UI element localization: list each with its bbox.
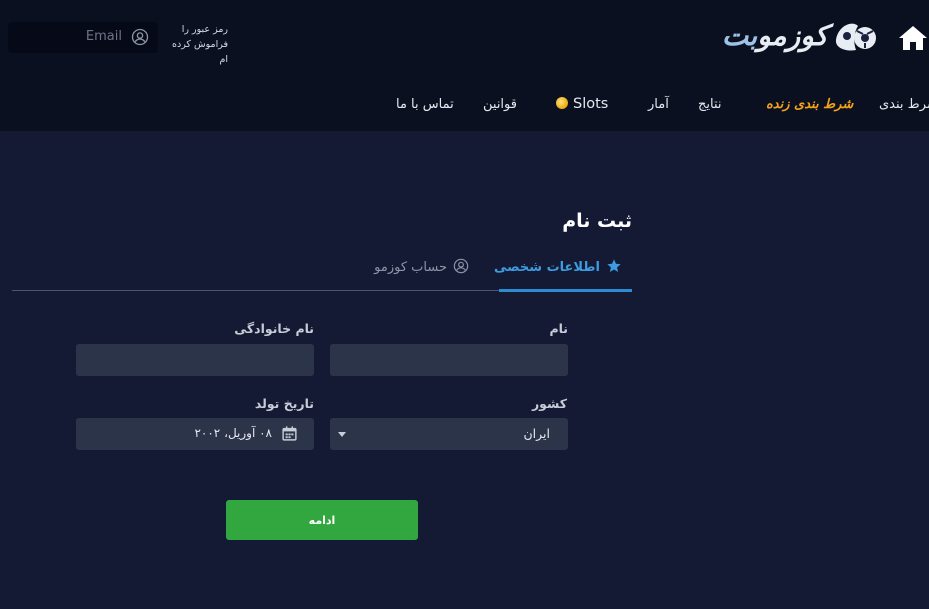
last-name-label: نام خانوادگی xyxy=(234,321,314,336)
country-select[interactable]: ایران xyxy=(330,418,568,450)
forgot-password-line1: رمز عبور را xyxy=(181,24,228,35)
site-logo[interactable]: کوزموبت xyxy=(692,16,892,56)
user-icon xyxy=(131,28,149,46)
page-title: ثبت نام xyxy=(562,210,632,232)
nav-live-betting[interactable]: شرط بندی زنده xyxy=(766,97,853,112)
birth-date-label: تاریخ تولد xyxy=(254,396,314,411)
home-icon[interactable] xyxy=(898,24,928,52)
star-icon xyxy=(607,259,621,272)
logo-text-accent: بت xyxy=(721,19,758,52)
continue-button[interactable]: ادامه xyxy=(226,500,418,540)
user-icon xyxy=(453,258,469,274)
country-value: ایران xyxy=(523,426,550,441)
nav-slots-label: Slots xyxy=(573,96,609,112)
email-login-field[interactable]: Email xyxy=(8,22,158,53)
nav-stats[interactable]: آمار xyxy=(648,97,669,112)
nav-slots[interactable]: Slots xyxy=(556,96,608,112)
last-name-field[interactable] xyxy=(76,344,314,376)
tab-cosmo-account-label: حساب کوزمو xyxy=(374,260,447,275)
forgot-password-link[interactable]: رمز عبور را فراموش کرده ام xyxy=(168,22,228,67)
tab-personal-info[interactable]: اطلاعات شخصی xyxy=(494,258,622,280)
logo-ball-icon xyxy=(835,23,876,51)
coin-icon xyxy=(556,97,568,109)
birth-date-value: ۰۸ آوریل، ۲۰۰۲ xyxy=(194,426,272,440)
nav-sports-betting[interactable]: شرط بندی xyxy=(879,97,929,112)
active-tab-indicator xyxy=(499,289,632,292)
first-name-label: نام xyxy=(549,321,568,336)
birth-date-field[interactable]: ۰۸ آوریل، ۲۰۰۲ xyxy=(76,418,314,450)
logo-text-main: کوزمو xyxy=(757,19,829,52)
email-placeholder: Email xyxy=(85,29,122,44)
logo-text: کوزموبت xyxy=(721,19,829,52)
tab-personal-info-label: اطلاعات شخصی xyxy=(493,260,600,275)
nav-results[interactable]: نتایج xyxy=(698,97,722,112)
nav-contact[interactable]: تماس با ما xyxy=(396,97,454,112)
tab-cosmo-account[interactable]: حساب کوزمو xyxy=(374,258,469,280)
country-label: کشور xyxy=(531,396,567,411)
nav-rules[interactable]: قوانین xyxy=(483,97,517,112)
chevron-down-icon xyxy=(338,432,346,437)
first-name-field[interactable] xyxy=(330,344,568,376)
calendar-icon xyxy=(282,426,297,441)
forgot-password-line2: فراموش کرده ام xyxy=(171,39,228,65)
